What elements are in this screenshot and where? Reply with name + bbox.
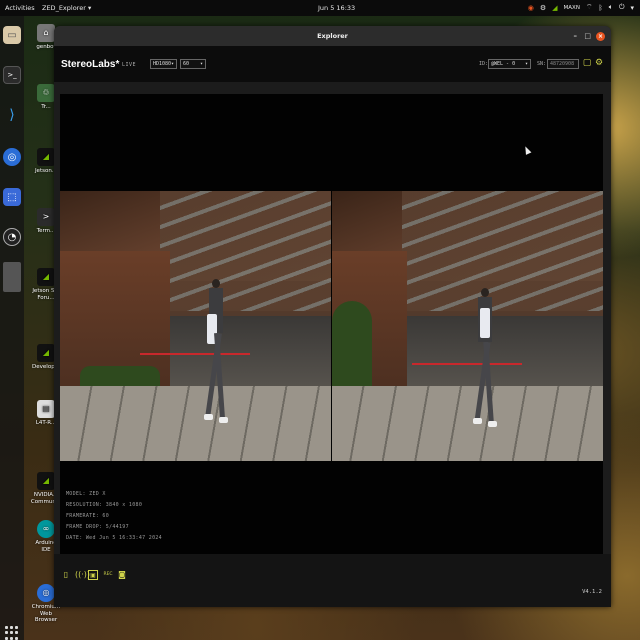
stereolabs-logo: StereoLabs* xyxy=(61,59,120,70)
camera-icon[interactable]: ◙ xyxy=(117,570,127,580)
nvidia-icon: ◢ xyxy=(37,148,55,166)
system-tray[interactable]: ◉ ⚙ ◢ MAXN ⌔ ᛒ 🔈︎ ⏻ ▾ xyxy=(528,3,634,12)
nvidia-icon: ◢ xyxy=(37,268,55,286)
window-title: Explorer xyxy=(317,32,348,40)
resolution-info: RESOLUTION: 3840 x 1080 xyxy=(66,502,143,508)
close-button[interactable]: × xyxy=(596,32,605,41)
stereo-video-feed[interactable] xyxy=(60,191,603,461)
tiled-floor xyxy=(60,386,331,461)
barrier-rope xyxy=(140,353,250,355)
maximize-button[interactable]: □ xyxy=(584,31,591,41)
walking-person xyxy=(204,279,228,439)
minimize-button[interactable]: – xyxy=(574,31,578,41)
screenshot-icon[interactable]: ⬚ xyxy=(3,188,21,206)
id-label: ID: xyxy=(479,61,489,67)
right-camera-frame xyxy=(332,191,603,461)
file-icon[interactable]: ▯ xyxy=(61,570,71,580)
fps-select[interactable]: 60 ▾ xyxy=(180,59,206,69)
camera-id-select[interactable]: @WEL - 0 ▾ xyxy=(488,59,531,69)
clock[interactable]: Jun 5 16:33 xyxy=(318,4,355,12)
vscode-icon[interactable]: ⟩ xyxy=(3,106,21,124)
framerate-info: FRAMERATE: 60 xyxy=(66,513,110,519)
left-camera-frame xyxy=(60,191,331,461)
obs-icon[interactable]: ◔ xyxy=(3,228,21,246)
plants xyxy=(332,301,372,386)
power-icon[interactable]: ⏻ xyxy=(619,3,625,12)
date-info: DATE: Wed Jun 5 16:33:47 2024 xyxy=(66,535,162,541)
chevron-down-icon[interactable]: ▾ xyxy=(630,4,634,12)
terminal-icon: > xyxy=(37,208,55,226)
arduino-icon: ∞ xyxy=(37,520,55,538)
plants xyxy=(80,366,160,386)
dock: ▭ >_ ⟩ ◎ ⬚ ◔ xyxy=(0,16,24,640)
balconies xyxy=(160,191,331,311)
chromium-icon[interactable]: ◎ xyxy=(3,148,21,166)
home-folder-icon: ⌂ xyxy=(37,24,55,42)
rec-button[interactable]: REC xyxy=(101,570,115,580)
document-icon: ▤ xyxy=(37,400,55,418)
chevron-down-icon: ▾ xyxy=(170,61,174,67)
nvidia-icon: ◢ xyxy=(37,472,55,490)
wifi-icon[interactable]: ⌔ xyxy=(586,3,593,12)
frame-drop-info: FRAME DROP: 5/44197 xyxy=(66,524,129,530)
svo-icon[interactable]: ▣ xyxy=(88,570,98,580)
window-titlebar[interactable]: Explorer – □ × xyxy=(54,26,611,46)
resolution-select[interactable]: HD1080 ▾ xyxy=(150,59,177,69)
chevron-down-icon: ▾ xyxy=(199,61,203,67)
terminal-icon[interactable]: >_ xyxy=(3,66,21,84)
activities-button[interactable]: Activities xyxy=(5,4,35,12)
app-footer: ▯ ((·)) ▣ REC ◙ V4.1.2 xyxy=(54,554,611,607)
tiled-floor xyxy=(332,386,603,461)
balconies xyxy=(402,191,603,311)
nvidia-icon: ◢ xyxy=(37,344,55,362)
explorer-window: Explorer – □ × StereoLabs* LIVE HD1080 ▾ … xyxy=(54,26,611,607)
explorer-icon[interactable] xyxy=(3,262,21,292)
record-icon[interactable]: ▢ xyxy=(582,58,592,68)
trash-icon: ♲ xyxy=(37,84,55,102)
bluetooth-icon[interactable]: ᛒ xyxy=(599,4,603,12)
power-mode-label[interactable]: MAXN xyxy=(564,5,580,11)
files-icon[interactable]: ▭ xyxy=(3,26,21,44)
model-info: MODEL: ZED X xyxy=(66,491,106,497)
network-icon[interactable]: ◉ xyxy=(528,4,534,12)
volume-icon[interactable]: 🔈︎ xyxy=(609,3,613,12)
show-apps-icon[interactable] xyxy=(5,626,19,640)
app-menu[interactable]: ZED_Explorer ▾ xyxy=(42,4,91,12)
serial-number-field: 48720908 xyxy=(547,59,579,69)
top-bar: Activities ZED_Explorer ▾ Jun 5 16:33 ◉ … xyxy=(0,0,640,16)
nvidia-icon[interactable]: ◢ xyxy=(552,4,557,12)
viewer-panel: MODEL: ZED X RESOLUTION: 3840 x 1080 FRA… xyxy=(60,94,603,554)
live-status: LIVE xyxy=(122,62,137,68)
camera-info: MODEL: ZED X RESOLUTION: 3840 x 1080 FRA… xyxy=(66,489,162,544)
lobby-interior xyxy=(407,316,603,396)
barrier-rope xyxy=(412,363,522,365)
lobby-interior xyxy=(170,316,331,396)
sn-label: SN: xyxy=(537,61,547,67)
settings-icon[interactable]: ⚙ xyxy=(594,58,604,68)
app-header: StereoLabs* LIVE HD1080 ▾ 60 ▾ ID: @WEL - … xyxy=(54,46,611,82)
stream-icon[interactable]: ((·)) xyxy=(75,570,90,580)
chevron-down-icon: ▾ xyxy=(524,61,528,67)
chromium-icon: ◎ xyxy=(37,584,55,602)
settings-icon[interactable]: ⚙ xyxy=(540,4,546,12)
walking-person xyxy=(473,288,497,438)
version-label: V4.1.2 xyxy=(582,589,602,595)
